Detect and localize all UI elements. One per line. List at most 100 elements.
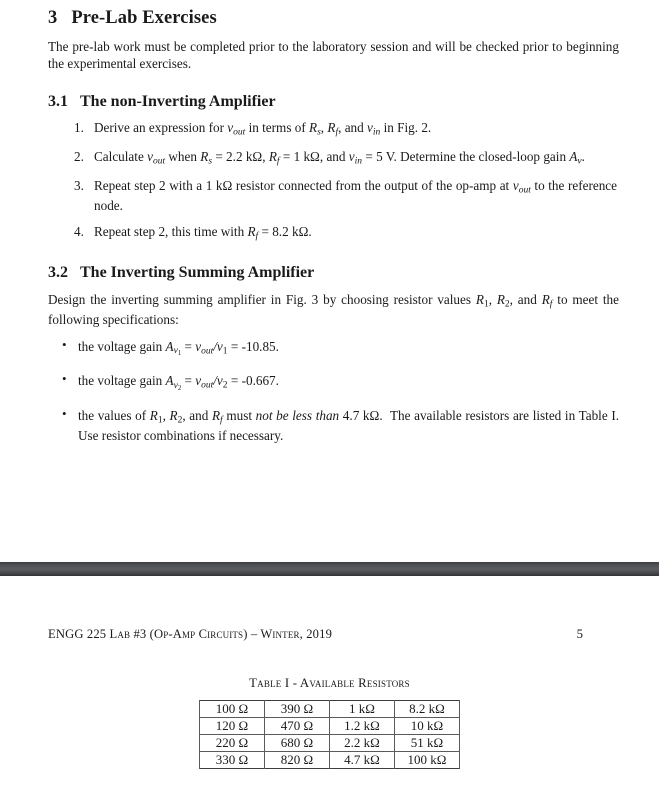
text-column: 3 Pre-Lab Exercises The pre-lab work must… [0,8,659,444]
v1-fraction: /v [213,338,223,354]
subsection-number: 3.2 [48,264,68,282]
table-body: 100 Ω 390 Ω 1 kΩ 8.2 kΩ 120 Ω 470 Ω 1.2 … [199,700,460,769]
table-cell: 1 kΩ [329,700,395,718]
spec2-lead: the voltage gain [78,373,163,389]
r-symbol: R [268,149,277,165]
spec2-value: -0.667. [241,373,279,389]
table-row: 330 Ω 820 Ω 4.7 kΩ 100 kΩ [199,751,460,769]
subscript-f: f [255,232,259,243]
table-cell: 1.2 kΩ [329,717,395,735]
subsection-intro-paragraph: Design the inverting summing amplifier i… [48,292,619,328]
table-cell: 680 Ω [264,734,330,752]
item4-value: = 8.2 kΩ. [261,224,312,240]
spec3-must: must [226,407,252,423]
section-title: Pre-Lab Exercises [71,8,217,28]
subscript-out: out [201,380,214,391]
table-cell: 220 Ω [199,734,265,752]
subscript-v1: v1 [173,346,182,358]
table-cell: 120 Ω [199,717,265,735]
item2-lead: Calculate [94,149,144,165]
table-caption: Table I - Available Resistors [249,676,410,690]
table-cell: 100 Ω [199,700,265,718]
spec1-lead: the voltage gain [78,338,163,354]
subscript-out: out [201,346,214,357]
specification-list: the voltage gain Av1 = vout/v1 = -10.85.… [48,337,619,444]
spec1-value: -10.85. [241,338,279,354]
item3-lead: Repeat step 2 with a 1 kΩ resistor conne… [94,178,510,194]
table-cell: 10 kΩ [394,717,460,735]
table-cell: 100 kΩ [394,751,460,769]
equals-sign: = [184,373,192,389]
available-resistors-table: 100 Ω 390 Ω 1 kΩ 8.2 kΩ 120 Ω 470 Ω 1.2 … [199,700,460,769]
subsection-title: The non-Inverting Amplifier [80,93,276,111]
table-cell: 390 Ω [264,700,330,718]
list-item: Repeat step 2 with a 1 kΩ resistor conne… [48,177,619,214]
subscript-2: 2 [177,415,183,426]
subscript-2: 2 [504,300,510,311]
footer-course-label: ENGG 225 Lab #3 (Op-Amp Circuits) – Wint… [48,627,333,641]
a-symbol: A [165,338,174,354]
subsection-number: 3.1 [48,93,68,111]
table-cell: 330 Ω [199,751,265,769]
r-symbol: R [169,407,178,423]
list-item: the values of R1, R2, and Rf must not be… [48,406,619,444]
section-heading-3: 3 Pre-Lab Exercises [48,8,619,29]
document-body-top: 3 Pre-Lab Exercises The pre-lab work must… [0,0,659,457]
list-item: the voltage gain Av2 = vout/v2 = -0.667. [48,371,619,393]
subsection-heading-3-2: 3.2 The Inverting Summing Amplifier [48,264,619,282]
item2-when: when [168,149,197,165]
table-row: 120 Ω 470 Ω 1.2 kΩ 10 kΩ [199,717,460,735]
subscript-out: out [233,127,246,138]
subscript-1: 1 [222,346,228,357]
table-row: 100 Ω 390 Ω 1 kΩ 8.2 kΩ [199,700,460,718]
subscript-in: in [354,156,363,167]
prelab-exercise-list: Derive an expression for vout in terms o… [48,119,619,243]
period: . [581,149,585,165]
item1-mid: in terms of [248,120,306,136]
table-row: 220 Ω 680 Ω 2.2 kΩ 51 kΩ [199,734,460,752]
document-page: 3 Pre-Lab Exercises The pre-lab work must… [0,0,659,788]
section-intro-paragraph: The pre-lab work must be completed prior… [48,39,619,72]
subscript-s: s [317,127,321,138]
list-item: Calculate vout when Rs = 2.2 kΩ, Rf = 1 … [48,148,619,168]
equals-sign: = [230,373,239,389]
subscript-out: out [152,156,166,167]
subscript-out: out [518,185,531,196]
table-cell: 2.2 kΩ [329,734,395,752]
item1-tail: in Fig. 2. [383,120,432,136]
table-cell: 8.2 kΩ [394,700,460,718]
item2-rf-value: = 1 kΩ, and [282,149,346,165]
table-cell: 4.7 kΩ [329,751,395,769]
section-number: 3 [48,8,58,28]
a-symbol: A [165,373,174,389]
r-symbol: R [247,224,256,240]
page-number: 5 [576,627,583,641]
list-item: Repeat step 2, this time with Rf = 8.2 k… [48,223,619,243]
list-item: Derive an expression for vout in terms o… [74,119,432,138]
item4-lead: Repeat step 2, this time with [94,224,245,240]
resistor-table-block: Table I - Available Resistors 100 Ω 390 … [0,676,659,769]
item1-lead: Derive an expression for [94,120,224,136]
table-cell: 51 kΩ [394,734,460,752]
equals-sign: = [184,338,192,354]
subscript-v2: v2 [173,380,182,392]
page-break-separator [0,562,659,576]
subscript-1: 1 [157,415,163,426]
list-item: the voltage gain Av1 = vout/v1 = -10.85. [48,337,619,359]
r-symbol: R [496,292,505,308]
subscript-f: f [220,415,223,426]
table-cell: 820 Ω [264,751,330,769]
subscript-f: f [549,300,553,311]
subscript-s: s [208,156,213,167]
equals-sign: = [230,338,239,354]
page-footer: ENGG 225 Lab #3 (Op-Amp Circuits) – Wint… [0,627,659,647]
item2-vin-value: = 5 V. Determine the closed-loop gain [365,149,567,165]
subscript-f: f [276,156,280,167]
r-symbol: R [309,120,318,136]
subsection-heading-3-1: 3.1 The non-Inverting Amplifier [48,93,619,111]
subscript-in: in [372,127,381,138]
v2-fraction: /v [213,373,223,389]
item2-rs-value: = 2.2 kΩ, [215,149,266,165]
subscript-1: 1 [483,300,489,311]
r-symbol: R [211,407,221,423]
